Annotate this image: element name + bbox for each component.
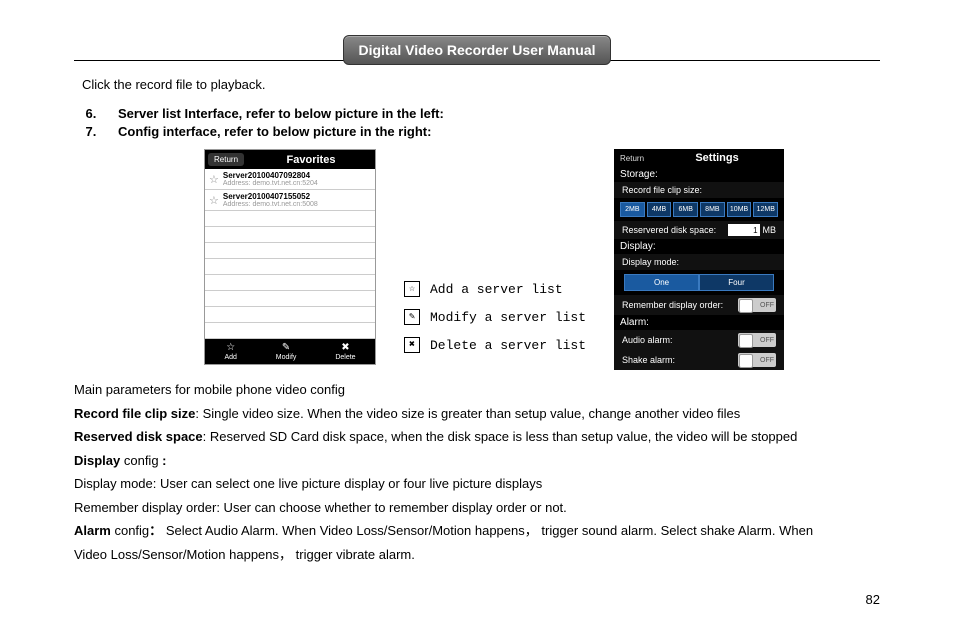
- manual-title: Digital Video Recorder User Manual: [343, 35, 610, 65]
- mode-option[interactable]: One: [624, 274, 699, 291]
- display-mode-selector[interactable]: One Four: [624, 274, 774, 291]
- server-list-item[interactable]: ☆ Server20100407092804 Address: demo.tvt…: [205, 169, 375, 190]
- shake-toggle[interactable]: OFF: [738, 353, 776, 367]
- modify-button[interactable]: ✎ Modify: [276, 342, 297, 361]
- mode-option[interactable]: Four: [699, 274, 774, 291]
- figures-row: Return Favorites ☆ Server20100407092804 …: [204, 149, 880, 370]
- server-list-item[interactable]: ☆ Server20100407155052 Address: demo.tvt…: [205, 190, 375, 211]
- body-text: Main parameters for mobile phone video c…: [74, 380, 880, 564]
- alarm-section: Alarm:: [614, 315, 784, 330]
- display-mode-label: Display mode:: [614, 254, 784, 270]
- server-address: Address: demo.tvt.net.cn:5008: [223, 201, 318, 208]
- server-address: Address: demo.tvt.net.cn:5204: [223, 180, 318, 187]
- settings-return-button[interactable]: Return: [614, 151, 650, 166]
- paragraph: Display mode: User can select one live p…: [74, 474, 880, 494]
- favorites-screenshot: Return Favorites ☆ Server20100407092804 …: [204, 149, 376, 365]
- paragraph: Reserved disk space: Reserved SD Card di…: [74, 427, 880, 447]
- paragraph: Main parameters for mobile phone video c…: [74, 380, 880, 400]
- clip-size-label: Record file clip size:: [614, 182, 784, 198]
- star-icon: ☆: [209, 173, 219, 186]
- legend-text: Modify a server list: [430, 310, 586, 325]
- clip-option[interactable]: 10MB: [727, 202, 752, 217]
- clip-option[interactable]: 12MB: [753, 202, 778, 217]
- star-delete-icon: ✖: [404, 337, 420, 353]
- star-icon: ☆: [209, 194, 219, 207]
- paragraph: Remember display order: User can choose …: [74, 498, 880, 518]
- page-number: 82: [74, 592, 880, 607]
- reserved-disk-row: Reservered disk space: 1 MB: [614, 221, 784, 239]
- server-name: Server20100407155052: [223, 192, 318, 201]
- star-edit-icon: ✎: [404, 309, 420, 325]
- clip-option[interactable]: 4MB: [647, 202, 672, 217]
- modify-label: Modify: [276, 354, 297, 361]
- shake-alarm-row: Shake alarm: OFF: [614, 350, 784, 370]
- clip-size-selector[interactable]: 2MB 4MB 6MB 8MB 10MB 12MB: [620, 202, 778, 217]
- clip-option[interactable]: 8MB: [700, 202, 725, 217]
- display-section: Display:: [614, 239, 784, 254]
- unit-label: MB: [763, 225, 777, 235]
- star-delete-icon: ✖: [341, 342, 349, 353]
- heading-item: Server list Interface, refer to below pi…: [100, 106, 880, 121]
- favorites-title: Favorites: [247, 151, 375, 169]
- favorites-return-button[interactable]: Return: [208, 153, 244, 166]
- title-wrap: Digital Video Recorder User Manual: [74, 35, 880, 65]
- remember-order-row: Remember display order: OFF: [614, 295, 784, 315]
- delete-button[interactable]: ✖ Delete: [335, 342, 355, 361]
- add-label: Add: [224, 354, 236, 361]
- audio-toggle[interactable]: OFF: [738, 333, 776, 347]
- legend-row: ☆ Add a server list: [404, 281, 586, 297]
- legend-row: ✖ Delete a server list: [404, 337, 586, 353]
- star-add-icon: ☆: [226, 342, 235, 353]
- legend-text: Delete a server list: [430, 338, 586, 353]
- heading-item: Config interface, refer to below picture…: [100, 124, 880, 139]
- intro-text: Click the record file to playback.: [82, 77, 880, 92]
- legend-row: ✎ Modify a server list: [404, 309, 586, 325]
- settings-title: Settings: [650, 149, 784, 167]
- settings-screenshot: Return Settings Storage: Record file cli…: [614, 149, 784, 370]
- legend: ☆ Add a server list ✎ Modify a server li…: [404, 281, 586, 353]
- heading-list: Server list Interface, refer to below pi…: [74, 106, 880, 139]
- legend-text: Add a server list: [430, 282, 563, 297]
- remember-toggle[interactable]: OFF: [738, 298, 776, 312]
- reserved-input[interactable]: 1: [728, 224, 760, 236]
- server-name: Server20100407092804: [223, 171, 318, 180]
- paragraph: Video Loss/Sensor/Motion happens， trigge…: [74, 545, 880, 565]
- paragraph: Display config :: [74, 451, 880, 471]
- storage-section: Storage:: [614, 167, 784, 182]
- paragraph: Alarm config： Select Audio Alarm. When V…: [74, 521, 880, 541]
- clip-option[interactable]: 2MB: [620, 202, 645, 217]
- add-button[interactable]: ☆ Add: [224, 342, 236, 361]
- audio-alarm-row: Audio alarm: OFF: [614, 330, 784, 350]
- delete-label: Delete: [335, 354, 355, 361]
- star-add-icon: ☆: [404, 281, 420, 297]
- star-edit-icon: ✎: [282, 342, 290, 353]
- clip-option[interactable]: 6MB: [673, 202, 698, 217]
- paragraph: Record file clip size: Single video size…: [74, 404, 880, 424]
